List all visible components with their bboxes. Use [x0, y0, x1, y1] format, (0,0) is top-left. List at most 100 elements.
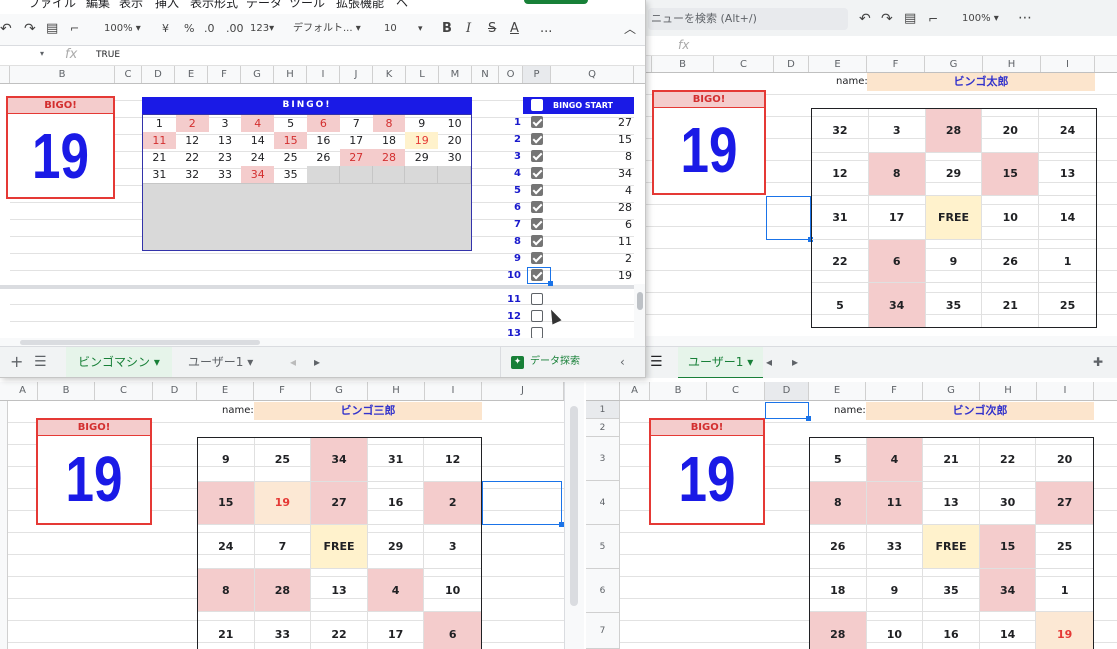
col-header[interactable]: B — [650, 382, 707, 400]
card-cell[interactable]: 34 — [868, 283, 926, 327]
menu-tools[interactable]: ツール — [289, 0, 325, 11]
card-cell[interactable]: 13 — [923, 481, 980, 526]
tab-user1[interactable]: ユーザー1 ▾ — [678, 347, 764, 378]
board-cell[interactable]: 2 — [175, 115, 209, 132]
board-cell[interactable]: 22 — [176, 149, 209, 166]
selected-cell[interactable] — [765, 402, 811, 421]
board-cell[interactable]: 23 — [209, 149, 242, 166]
percent-button[interactable]: % — [184, 14, 194, 44]
card-cell[interactable]: 22 — [311, 612, 368, 649]
explore-button[interactable]: ✦ データ探索 — [500, 347, 580, 377]
card-cell[interactable]: 13 — [1039, 153, 1096, 197]
increase-decimal-button[interactable]: .00 — [226, 14, 244, 44]
card-cell[interactable]: 25 — [1039, 283, 1096, 327]
currency-button[interactable]: ¥ — [162, 14, 169, 44]
undo-icon[interactable]: ↶ — [0, 14, 12, 44]
card-cell[interactable]: 19 — [254, 481, 312, 526]
card-cell[interactable]: 11 — [866, 481, 924, 526]
board-cell[interactable]: 25 — [274, 149, 307, 166]
col-header[interactable]: O — [499, 66, 523, 83]
board-cell[interactable]: 5 — [274, 115, 307, 132]
strikethrough-button[interactable]: S — [488, 14, 496, 44]
scroll-left-icon[interactable]: ◂ — [290, 347, 296, 377]
col-header[interactable]: A — [620, 382, 650, 400]
draw-checkbox[interactable] — [531, 293, 543, 305]
decrease-decimal-button[interactable]: .0 — [204, 14, 215, 44]
col-header[interactable]: C — [95, 382, 153, 400]
col-header[interactable]: I — [425, 382, 482, 400]
board-cell[interactable]: 24 — [241, 149, 274, 166]
card-cell[interactable]: 16 — [923, 612, 980, 649]
formula-input[interactable]: TRUE — [96, 50, 120, 60]
board-cell[interactable]: 26 — [307, 149, 340, 166]
row-header[interactable]: 7 — [586, 613, 619, 649]
col-header[interactable]: F — [866, 382, 923, 400]
card-cell[interactable]: 24 — [1039, 109, 1096, 153]
menu-edit[interactable]: 編集 — [86, 0, 110, 11]
board-cell[interactable] — [438, 166, 471, 183]
card-cell[interactable]: 34 — [311, 438, 368, 482]
scroll-left-icon[interactable]: ◂ — [766, 347, 772, 377]
board-cell[interactable]: 33 — [209, 166, 242, 183]
scroll-right-icon[interactable]: ▸ — [792, 347, 798, 377]
card-cell[interactable]: 9 — [866, 568, 924, 613]
menu-insert[interactable]: 挿入 — [155, 0, 179, 11]
card-cell[interactable]: 19 — [1036, 612, 1093, 649]
board-cell[interactable]: 6 — [306, 115, 340, 132]
col-header[interactable]: C — [714, 56, 774, 72]
card-cell[interactable]: 1 — [1039, 240, 1096, 284]
tab-user1[interactable]: ユーザー1 ▾ — [178, 347, 263, 377]
col-header[interactable]: K — [373, 66, 406, 83]
card-cell[interactable]: 35 — [926, 283, 983, 327]
col-header[interactable]: H — [368, 382, 425, 400]
card-cell[interactable]: 9 — [925, 239, 983, 284]
paint-format-icon[interactable]: ⌐ — [70, 14, 79, 44]
card-cell[interactable]: 12 — [424, 438, 481, 482]
board-cell[interactable]: 3 — [209, 115, 242, 132]
board-cell[interactable]: 7 — [340, 115, 373, 132]
card-cell[interactable]: 28 — [925, 109, 983, 153]
add-sheet-icon[interactable]: + — [10, 347, 23, 377]
card-cell[interactable]: 4 — [367, 568, 425, 613]
menu-search-input[interactable]: ニューを検索 (Alt+/) — [648, 8, 848, 30]
row-header[interactable]: 6 — [586, 569, 619, 613]
card-cell[interactable]: 10 — [982, 196, 1040, 240]
board-cell[interactable]: 9 — [405, 115, 438, 132]
paint-format-icon[interactable]: ⌐ — [928, 0, 938, 38]
share-button[interactable] — [524, 0, 588, 4]
card-cell[interactable]: 15 — [979, 525, 1037, 569]
draw-checkbox[interactable] — [531, 201, 543, 213]
card-cell[interactable]: 3 — [868, 109, 926, 153]
bottom-left-vscroll[interactable] — [564, 382, 584, 649]
col-header[interactable]: F — [254, 382, 311, 400]
col-header[interactable]: F — [208, 66, 241, 83]
main-vscroll[interactable] — [634, 284, 645, 338]
card-cell[interactable]: 14 — [980, 612, 1037, 649]
draw-checkbox[interactable] — [531, 218, 543, 230]
col-header[interactable]: Q — [551, 66, 634, 83]
number-format-select[interactable]: 123▾ — [250, 14, 274, 44]
print-icon[interactable]: ▤ — [904, 0, 916, 38]
card-cell[interactable]: 5 — [810, 438, 867, 482]
col-header[interactable]: F — [867, 56, 925, 72]
collapse-chevron-icon[interactable]: ︿ — [624, 14, 636, 44]
board-cell[interactable]: 10 — [438, 115, 471, 132]
menu-data[interactable]: データ — [246, 0, 282, 11]
card-cell[interactable]: 8 — [868, 152, 926, 197]
col-header[interactable]: G — [923, 382, 980, 400]
col-header[interactable]: E — [175, 66, 208, 83]
board-cell[interactable]: 29 — [405, 149, 438, 166]
redo-icon[interactable]: ↷ — [881, 0, 893, 38]
card-cell[interactable]: 7 — [254, 525, 312, 569]
col-header[interactable]: N — [472, 66, 499, 83]
card-cell[interactable]: 29 — [367, 525, 425, 569]
main-hscroll[interactable] — [0, 338, 645, 346]
board-cell[interactable]: 12 — [176, 132, 209, 149]
board-cell[interactable]: 15 — [274, 132, 307, 149]
draw-checkbox[interactable] — [531, 150, 543, 162]
board-cell[interactable]: 20 — [438, 132, 471, 149]
card-cell[interactable]: 20 — [1036, 438, 1093, 482]
col-header[interactable]: I — [1037, 382, 1094, 400]
board-cell[interactable]: 30 — [438, 149, 471, 166]
draw-checkbox[interactable] — [531, 252, 543, 264]
